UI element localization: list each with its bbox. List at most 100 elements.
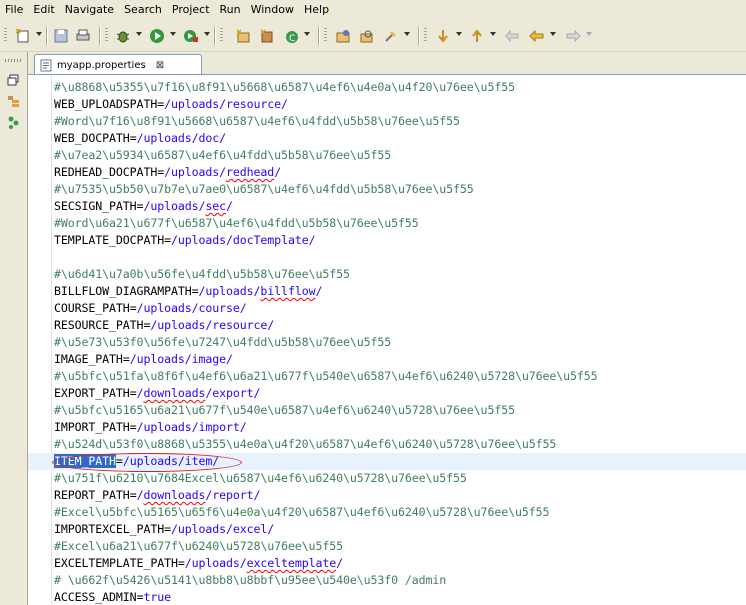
previous-annotation-dropdown-arrow[interactable] — [490, 32, 496, 36]
new-icon[interactable] — [14, 26, 32, 45]
last-edit-icon[interactable] — [504, 26, 522, 45]
property-key: EXPORT_PATH — [54, 386, 130, 400]
code-line[interactable]: #\u8868\u5355\u7f16\u8f91\u5668\u6587\u4… — [54, 79, 515, 96]
code-line[interactable]: COURSE_PATH=/uploads/course/ — [54, 300, 247, 317]
external-tools-icon[interactable] — [182, 26, 200, 45]
spelling-error-text: exceltemplate — [246, 556, 337, 570]
code-line[interactable]: BILLFLOW_DIAGRAMPATH=/uploads/billflow/ — [54, 283, 322, 300]
code-line[interactable]: ACCESS_ADMIN=true — [54, 589, 171, 605]
code-line[interactable]: #Excel\u6a21\u677f\u6240\u5728\u76ee\u5f… — [54, 538, 343, 555]
code-line[interactable]: #\u7ea2\u5934\u6587\u4ef6\u4fdd\u5b58\u7… — [54, 147, 391, 164]
tab-myapp-properties[interactable]: myapp.properties ⊠ — [34, 54, 202, 75]
next-annotation-icon[interactable] — [434, 26, 452, 45]
toolbar-grip[interactable] — [220, 28, 223, 42]
print-icon[interactable] — [74, 26, 92, 45]
view-menu-icon[interactable] — [5, 59, 23, 62]
code-line[interactable]: REPORT_PATH=/downloads/report/ — [54, 487, 261, 504]
spelling-error-text: sec — [205, 199, 227, 213]
spelling-error-text: redhead — [226, 165, 275, 179]
properties-editor[interactable]: #\u8868\u5355\u7f16\u8f91\u5668\u6587\u4… — [28, 74, 746, 605]
new-dropdown-arrow[interactable] — [36, 32, 42, 36]
toolbar-grip[interactable] — [105, 28, 108, 42]
property-value: /uploads/doc/ — [136, 131, 227, 145]
external-tools-dropdown-arrow[interactable] — [204, 32, 210, 36]
equals-sign: = — [164, 522, 171, 536]
code-line[interactable]: IMPORT_PATH=/uploads/import/ — [54, 419, 247, 436]
comment-text: #\u5bfc\u5165\u6a21\u677f\u540e\u6587\u4… — [54, 403, 515, 417]
toolbar-grip[interactable] — [324, 28, 327, 42]
code-line[interactable]: WEB_UPLOADSPATH=/uploads/resource/ — [54, 96, 288, 113]
new-class-dropdown-arrow[interactable] — [304, 32, 310, 36]
save-icon[interactable] — [52, 26, 70, 45]
close-icon[interactable]: ⊠ — [156, 60, 164, 71]
menu-file[interactable]: File — [0, 0, 28, 19]
code-line[interactable]: ITEM_PATH=/uploads/item/ — [54, 453, 219, 470]
code-line[interactable]: #\u6d41\u7a0b\u56fe\u4fdd\u5b58\u76ee\u5… — [54, 266, 350, 283]
previous-annotation-icon[interactable] — [468, 26, 486, 45]
property-key: EXCELTEMPLATE_PATH — [54, 556, 178, 570]
forward-icon[interactable] — [564, 26, 582, 45]
code-line[interactable]: TEMPLATE_DOCPATH=/uploads/docTemplate/ — [54, 232, 316, 249]
property-key: IMPORTEXCEL_PATH — [54, 522, 165, 536]
property-value: /report/ — [205, 488, 261, 502]
menu-search[interactable]: Search — [119, 0, 167, 19]
comment-text: #\u5bfc\u51fa\u8f6f\u4ef6\u6a21\u677f\u5… — [54, 369, 598, 383]
open-type-icon[interactable] — [334, 26, 352, 45]
run-icon[interactable] — [148, 26, 166, 45]
menu-project[interactable]: Project — [167, 0, 215, 19]
code-line[interactable]: IMPORTEXCEL_PATH=/uploads/excel/ — [54, 521, 274, 538]
code-line[interactable]: RESOURCE_PATH=/uploads/resource/ — [54, 317, 274, 334]
toolbar-grip[interactable] — [4, 28, 7, 42]
new-class-icon[interactable]: C — [282, 26, 300, 45]
code-line[interactable]: #\u751f\u6210\u7684Excel\u6587\u4ef6\u62… — [54, 470, 467, 487]
toggle-mark-dropdown-arrow[interactable] — [404, 32, 410, 36]
back-dropdown-arrow[interactable] — [550, 32, 556, 36]
new-package-icon[interactable] — [258, 26, 276, 45]
forward-dropdown-arrow[interactable] — [586, 32, 592, 36]
menu-edit[interactable]: Edit — [28, 0, 59, 19]
code-line[interactable]: EXPORT_PATH=/downloads/export/ — [54, 385, 261, 402]
main-toolbar: C — [0, 19, 746, 52]
toolbar-grip[interactable] — [424, 28, 427, 42]
code-line[interactable]: REDHEAD_DOCPATH=/uploads/redhead/ — [54, 164, 281, 181]
back-icon[interactable] — [528, 26, 546, 45]
code-line[interactable]: EXCELTEMPLATE_PATH=/uploads/exceltemplat… — [54, 555, 343, 572]
hierarchy-icon[interactable] — [7, 116, 20, 129]
toggle-mark-icon[interactable] — [382, 26, 400, 45]
code-line[interactable]: #\u5e73\u53f0\u56fe\u7247\u4fdd\u5b58\u7… — [54, 334, 391, 351]
code-line[interactable]: IMAGE_PATH=/uploads/image/ — [54, 351, 233, 368]
property-key: BILLFLOW_DIAGRAMPATH — [54, 284, 192, 298]
menu-help[interactable]: Help — [299, 0, 334, 19]
spelling-error-text: downloads — [143, 386, 206, 400]
toolbar-separator — [418, 27, 420, 45]
restore-icon[interactable] — [7, 74, 20, 87]
equals-sign: = — [129, 420, 137, 434]
package-explorer-icon[interactable] — [7, 95, 20, 108]
code-line[interactable]: #\u5bfc\u51fa\u8f6f\u4ef6\u6a21\u677f\u5… — [54, 368, 598, 385]
search-icon[interactable] — [358, 26, 376, 45]
menu-run[interactable]: Run — [215, 0, 246, 19]
next-annotation-dropdown-arrow[interactable] — [456, 32, 462, 36]
code-line[interactable]: #Excel\u5bfc\u5165\u65f6\u4e0a\u4f20\u65… — [54, 504, 549, 521]
new-java-project-icon[interactable] — [234, 26, 252, 45]
comment-text: #\u524d\u53f0\u8868\u5355\u4e0a\u4f20\u6… — [54, 437, 557, 451]
code-line[interactable]: #\u7535\u5b50\u7b7e\u7ae0\u6587\u4ef6\u4… — [54, 181, 474, 198]
property-value: /uploads/resource/ — [164, 97, 288, 111]
menu-window[interactable]: Window — [246, 0, 299, 19]
code-line[interactable]: # \u662f\u5426\u5141\u8bb8\u8bbf\u95ee\u… — [54, 572, 446, 589]
code-line[interactable]: #Word\u6a21\u677f\u6587\u4ef6\u4fdd\u5b5… — [54, 215, 419, 232]
property-key: COURSE_PATH — [54, 301, 130, 315]
code-line[interactable]: #Word\u7f16\u8f91\u5668\u6587\u4ef6\u4fd… — [54, 113, 460, 130]
spelling-error-text: downloads — [143, 488, 206, 502]
selected-property-key: ITEM_PATH — [54, 454, 116, 468]
code-line[interactable]: WEB_DOCPATH=/uploads/doc/ — [54, 130, 226, 147]
debug-icon[interactable] — [114, 26, 132, 45]
code-line[interactable]: #\u524d\u53f0\u8868\u5355\u4e0a\u4f20\u6… — [54, 436, 556, 453]
menu-navigate[interactable]: Navigate — [60, 0, 119, 19]
comment-text: #\u7535\u5b50\u7b7e\u7ae0\u6587\u4ef6\u4… — [54, 182, 474, 196]
code-line[interactable]: #\u5bfc\u5165\u6a21\u677f\u540e\u6587\u4… — [54, 402, 515, 419]
run-dropdown-arrow[interactable] — [170, 32, 176, 36]
equals-sign: = — [129, 386, 137, 400]
debug-dropdown-arrow[interactable] — [136, 32, 142, 36]
code-line[interactable]: SECSIGN_PATH=/uploads/sec/ — [54, 198, 233, 215]
